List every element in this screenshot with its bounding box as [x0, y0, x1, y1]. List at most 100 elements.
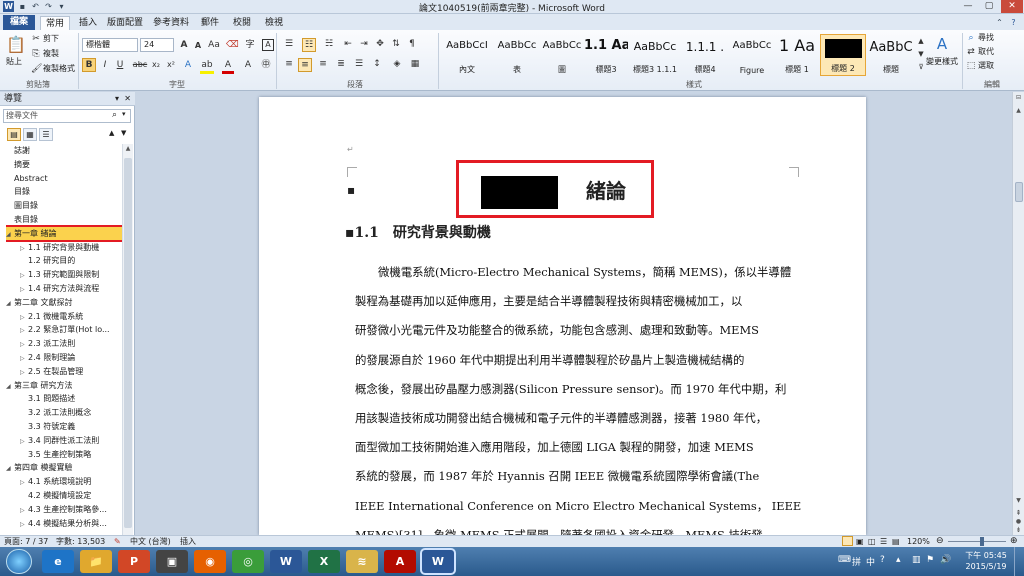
pages-view-icon[interactable]: ▦ [23, 128, 37, 141]
draft-view-icon[interactable]: ▤ [892, 536, 900, 547]
nav-section-item[interactable]: ▷ 4.3 生產控制策略參... [20, 503, 122, 516]
style-heading1[interactable]: 1 Aa 標題 1 [776, 34, 818, 76]
expand-toggle-icon[interactable]: ◢ [6, 297, 14, 309]
nav-section-item[interactable]: 4.2 模擬情境設定 [20, 489, 122, 502]
nav-section-item[interactable]: ▷ 1.3 研究範圍與限制 [20, 268, 122, 281]
decrease-indent-icon[interactable]: ⇤ [342, 38, 354, 50]
nav-chapter-item[interactable]: ◢ 第三章 研究方法 [6, 379, 122, 392]
bold-button[interactable]: B [82, 58, 96, 72]
style-figure[interactable]: AaBbCc Figure [730, 34, 774, 76]
app-icon[interactable]: ▣ [156, 550, 188, 573]
style-normal[interactable]: AaBbCcI 內文 [444, 34, 490, 76]
results-view-icon[interactable]: ☰ [39, 128, 53, 141]
find-button[interactable]: 尋找 [978, 32, 994, 44]
expand-toggle-icon[interactable]: ▷ [20, 476, 28, 488]
subscript-button[interactable]: x₂ [150, 59, 162, 71]
change-styles-icon[interactable]: A [932, 35, 952, 53]
nav-item-selected[interactable]: ◢ 第一章 緒論 [6, 224, 122, 242]
shading-icon[interactable]: ◈ [390, 58, 404, 70]
line-spacing-icon[interactable]: ↕ [370, 58, 384, 70]
paste-icon[interactable]: 📋 [6, 34, 26, 56]
word-active-icon[interactable]: W [422, 550, 454, 573]
word-icon[interactable]: W [270, 550, 302, 573]
styles-scroll-down-icon[interactable]: ▼ [916, 49, 926, 59]
help-tray-icon[interactable]: ? [880, 555, 885, 565]
word-count[interactable]: 字數: 13,503 [56, 536, 105, 547]
char-shading-icon[interactable]: A [242, 59, 254, 71]
style-heading3-111[interactable]: AaBbCc 標題3 1.1.1 [630, 34, 680, 76]
system-clock[interactable]: 下午 05:45 2015/5/19 [962, 550, 1010, 572]
font-color-icon[interactable]: A [222, 59, 234, 74]
align-left-icon[interactable]: ≡ [282, 58, 296, 70]
style-figure-cn[interactable]: AaBbCc 圖 [542, 34, 582, 76]
chapter-title[interactable]: 緒論 [586, 177, 626, 205]
align-center-icon[interactable]: ≡ [298, 58, 312, 72]
nav-chapter-item[interactable]: 誌謝 [6, 144, 122, 157]
clear-format-icon[interactable]: ⌫ [226, 39, 239, 51]
style-heading4[interactable]: 1.1.1 . 標題4 [682, 34, 728, 76]
nav-chapter-item[interactable]: 表目錄 [6, 213, 122, 226]
replace-icon[interactable]: ⇄ [966, 46, 976, 58]
headings-view-icon[interactable]: ▤ [7, 128, 21, 141]
acrobat-icon[interactable]: A [384, 550, 416, 573]
tab-file[interactable]: 檔案 [3, 15, 35, 30]
firefox-icon[interactable]: ◉ [194, 550, 226, 573]
nav-section-item[interactable]: ▷ 2.1 微機電系統 [20, 310, 122, 323]
minimize-ribbon-icon[interactable]: ⌃ [994, 17, 1005, 28]
browse-object-icon[interactable]: ● [1014, 518, 1023, 526]
search-icon[interactable]: ⌕ [112, 110, 117, 120]
nav-chapter-item[interactable]: ◢ 第二章 文獻探討 [6, 296, 122, 309]
copy-button[interactable]: 複製 [43, 48, 59, 60]
nav-section-item[interactable]: 3.2 派工法則概念 [20, 406, 122, 419]
styles-scroll-up-icon[interactable]: ▲ [916, 36, 926, 46]
copy-icon[interactable]: ⎘ [31, 48, 41, 60]
network-icon[interactable]: ▥ [912, 555, 921, 565]
nav-chapter-item[interactable]: 摘要 [6, 158, 122, 171]
ruler-toggle-icon[interactable]: ⊟ [1014, 93, 1023, 103]
powerpoint-icon[interactable]: P [118, 550, 150, 573]
nav-chapter-item[interactable]: ◢ 第四章 模擬實驗 [6, 461, 122, 474]
cut-button[interactable]: 剪下 [43, 33, 59, 45]
tab-home[interactable]: 常用 [40, 16, 70, 30]
nav-section-item[interactable]: ▷ 1.4 研究方法與流程 [20, 282, 122, 295]
increase-indent-icon[interactable]: ⇥ [358, 38, 370, 50]
tab-mailings[interactable]: 郵件 [196, 16, 224, 30]
expand-toggle-icon[interactable]: ▷ [20, 269, 28, 281]
nav-chapter-item[interactable]: Abstract [6, 172, 122, 185]
nav-section-item[interactable]: 3.1 問題描述 [20, 392, 122, 405]
expand-toggle-icon[interactable]: ▷ [20, 435, 28, 447]
format-painter-button[interactable]: 複製格式 [43, 63, 75, 75]
document-scroll-thumb[interactable] [1015, 182, 1023, 202]
expand-toggle-icon[interactable]: ▷ [20, 324, 28, 336]
scroll-down-icon[interactable]: ▼ [1014, 496, 1023, 506]
tab-review[interactable]: 校閱 [228, 16, 256, 30]
nav-section-item[interactable]: 1.2 研究目的 [20, 254, 122, 267]
nav-scrollbar[interactable]: ▲ [122, 144, 133, 535]
nav-section-item[interactable]: ▷ 1.1 研究背景與動機 [20, 241, 122, 254]
expand-toggle-icon[interactable]: ▷ [20, 366, 28, 378]
grow-font-icon[interactable]: A [178, 39, 190, 51]
zoom-slider[interactable] [948, 537, 1006, 546]
zoom-slider-thumb[interactable] [980, 537, 985, 546]
nav-section-item[interactable]: ▷ 4.1 系統環境說明 [20, 475, 122, 488]
enclose-char-icon[interactable]: ㊥ [260, 59, 272, 71]
numbering-icon[interactable]: ☷ [302, 38, 316, 52]
nav-section-item[interactable]: ▷ 2.3 派工法則 [20, 337, 122, 350]
insert-mode-indicator[interactable]: 插入 [180, 536, 196, 547]
cut-icon[interactable]: ✂ [31, 33, 41, 45]
expand-toggle-icon[interactable]: ▷ [20, 242, 28, 254]
tray-expand-icon[interactable]: ▴ [896, 555, 901, 565]
nav-scroll-thumb[interactable] [124, 158, 132, 528]
show-marks-icon[interactable]: ¶ [406, 38, 418, 50]
style-heading3[interactable]: 1.1 Aa 標題3 [584, 34, 628, 76]
outline-view-icon[interactable]: ☰ [880, 536, 887, 547]
paste-label[interactable]: 貼上 [6, 56, 22, 68]
page-indicator[interactable]: 頁面: 7 / 37 [4, 536, 48, 547]
previous-page-icon[interactable]: ⇞ [1014, 508, 1023, 518]
zoom-in-icon[interactable]: ⊕ [1010, 536, 1018, 547]
show-desktop-button[interactable] [1014, 547, 1024, 576]
tab-page-layout[interactable]: 版面配置 [104, 16, 146, 30]
nav-section-item[interactable]: ▷ 3.4 同群性派工法則 [20, 434, 122, 447]
help-icon[interactable]: ? [1008, 17, 1019, 28]
nav-section-item[interactable]: ▷ 2.5 在製品管理 [20, 365, 122, 378]
